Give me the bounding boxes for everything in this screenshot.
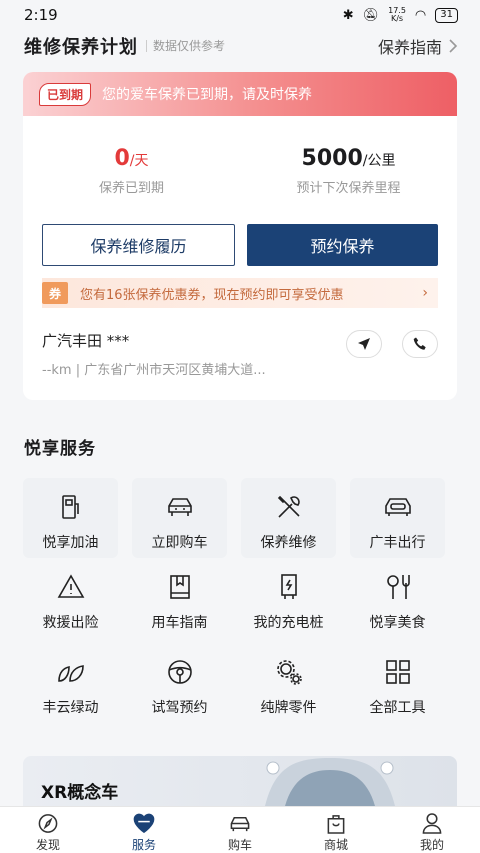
network-speed: 17.5 K/s	[388, 6, 406, 23]
tab-me[interactable]: 我的	[384, 807, 480, 853]
service-label: 悦享美食	[369, 615, 426, 631]
maintenance-stats: 0/天 保养已到期 5000/公里 预计下次保养里程	[23, 146, 457, 196]
tab-label: 我的	[419, 838, 444, 852]
wifi-icon: ◠	[414, 7, 427, 23]
gears-icon	[276, 660, 302, 685]
bluetooth-icon: ✱	[342, 7, 354, 23]
days-label: 保养已到期	[98, 181, 164, 196]
book-maintenance-button[interactable]: 预约保养	[247, 224, 438, 266]
service-green[interactable]: 丰云绿动	[23, 643, 118, 728]
days-value: 0	[114, 146, 130, 171]
maintenance-history-button[interactable]: 保养维修履历	[42, 224, 235, 266]
steering-wheel-icon	[167, 660, 192, 684]
battery-icon: 31	[435, 7, 458, 23]
page-header: 维修保养计划 数据仅供参考 保养指南	[24, 32, 458, 60]
service-label: 保养维修	[260, 535, 317, 551]
navigation-arrow-icon	[358, 338, 370, 350]
page-title: 维修保养计划	[24, 37, 138, 58]
person-icon	[422, 813, 442, 834]
services-title: 悦享服务	[24, 439, 96, 459]
service-label: 救援出险	[42, 615, 99, 631]
coupon-text: 您有16张保养优惠券，现在预约即可享受优惠	[80, 287, 344, 303]
grid-icon	[385, 660, 410, 684]
dealer-name: 广汽丰田 ***	[42, 332, 130, 350]
days-stat: 0/天 保养已到期	[23, 146, 240, 196]
status-icons: ✱ 🔕︎ 17.5 K/s ◠ 31	[343, 7, 458, 23]
tab-discover[interactable]: 发现	[0, 807, 96, 853]
car-ticket-icon	[384, 498, 411, 516]
tab-label: 服务	[131, 838, 156, 852]
call-button[interactable]	[402, 330, 438, 358]
chevron-right-icon	[449, 39, 458, 53]
mileage-stat: 5000/公里 预计下次保养里程	[240, 146, 457, 196]
charger-icon	[280, 574, 297, 599]
maintenance-card: 已到期 您的爱车保养已到期，请及时保养 0/天 保养已到期 5000/公里 预计…	[23, 72, 457, 400]
car-front-icon	[167, 498, 192, 516]
tab-label: 商城	[323, 838, 348, 852]
service-test-drive[interactable]: 试驾预约	[132, 643, 227, 728]
service-label: 悦享加油	[42, 535, 99, 551]
service-label: 纯牌零件	[260, 700, 317, 716]
mileage-value: 5000	[301, 146, 363, 171]
maintenance-guide-link[interactable]: 保养指南	[378, 34, 458, 58]
expired-alert: 已到期 您的爱车保养已到期，请及时保养	[23, 72, 457, 116]
mileage-label: 预计下次保养里程	[296, 181, 401, 196]
service-parts[interactable]: 纯牌零件	[241, 643, 336, 728]
tab-buy-car[interactable]: 购车	[192, 807, 288, 853]
guide-label: 保养指南	[377, 38, 442, 57]
leaf-icon	[57, 665, 84, 682]
service-label: 立即购车	[151, 535, 208, 551]
service-rescue[interactable]: 救援出险	[23, 558, 118, 643]
service-fuel[interactable]: 悦享加油	[23, 478, 118, 558]
service-label: 我的充电桩	[253, 615, 324, 631]
tab-label: 购车	[227, 838, 252, 852]
tab-service[interactable]: 服务	[96, 807, 192, 853]
tab-label: 发现	[35, 838, 60, 852]
service-maintenance[interactable]: 保养维修	[241, 478, 336, 558]
promo-title: XR概念车	[41, 783, 119, 803]
service-all-tools[interactable]: 全部工具	[350, 643, 445, 728]
status-time: 2:19	[24, 6, 58, 24]
service-mobility[interactable]: 广丰出行	[350, 478, 445, 558]
service-guide[interactable]: 用车指南	[132, 558, 227, 643]
dealer-address: --km | 广东省广州市天河区黄埔大道...	[42, 363, 266, 378]
service-label: 全部工具	[369, 700, 426, 716]
concept-car-image	[265, 758, 395, 806]
bottom-tab-bar: 发现 服务 购车 商城 我的	[0, 806, 480, 853]
service-charger[interactable]: 我的充电桩	[241, 558, 336, 643]
coupon-banner[interactable]: 券 您有16张保养优惠券，现在预约即可享受优惠 ›	[42, 278, 438, 308]
heart-icon	[133, 813, 155, 834]
xr-concept-banner[interactable]: XR概念车	[23, 756, 457, 806]
service-label: 丰云绿动	[42, 700, 99, 716]
expired-message: 您的爱车保养已到期，请及时保养	[102, 87, 313, 103]
service-label: 广丰出行	[369, 535, 426, 551]
cutlery-icon	[386, 575, 410, 599]
mute-icon: 🔕︎	[362, 7, 380, 23]
service-label: 用车指南	[151, 615, 208, 631]
coupon-icon: 券	[42, 282, 68, 304]
days-unit: /天	[129, 153, 149, 169]
fuel-icon	[61, 495, 79, 519]
phone-icon	[413, 337, 426, 350]
service-buy-car[interactable]: 立即购车	[132, 478, 227, 558]
tab-mall[interactable]: 商城	[288, 807, 384, 853]
mileage-unit: /公里	[362, 153, 396, 169]
chevron-right-icon: ›	[422, 285, 428, 301]
status-bar: 2:19 ✱ 🔕︎ 17.5 K/s ◠ 31	[0, 0, 480, 30]
services-grid: 悦享加油 立即购车 保养维修 广丰出行 救援出险 用车指南 我的充电桩 悦享美食…	[23, 478, 459, 728]
service-food[interactable]: 悦享美食	[350, 558, 445, 643]
shopping-bag-icon	[327, 815, 345, 834]
page-subtitle: 数据仅供参考	[146, 40, 225, 52]
service-label: 试驾预约	[151, 700, 208, 716]
car-icon	[230, 817, 250, 832]
navigate-button[interactable]	[346, 330, 382, 358]
book-icon	[169, 575, 190, 599]
compass-icon	[38, 814, 58, 833]
action-buttons: 保养维修履历 预约保养	[23, 224, 457, 266]
warning-icon	[57, 574, 84, 598]
tools-icon	[277, 495, 300, 518]
dealer-info: 广汽丰田 *** --km | 广东省广州市天河区黄埔大道...	[42, 330, 438, 378]
expired-badge: 已到期	[39, 82, 92, 106]
